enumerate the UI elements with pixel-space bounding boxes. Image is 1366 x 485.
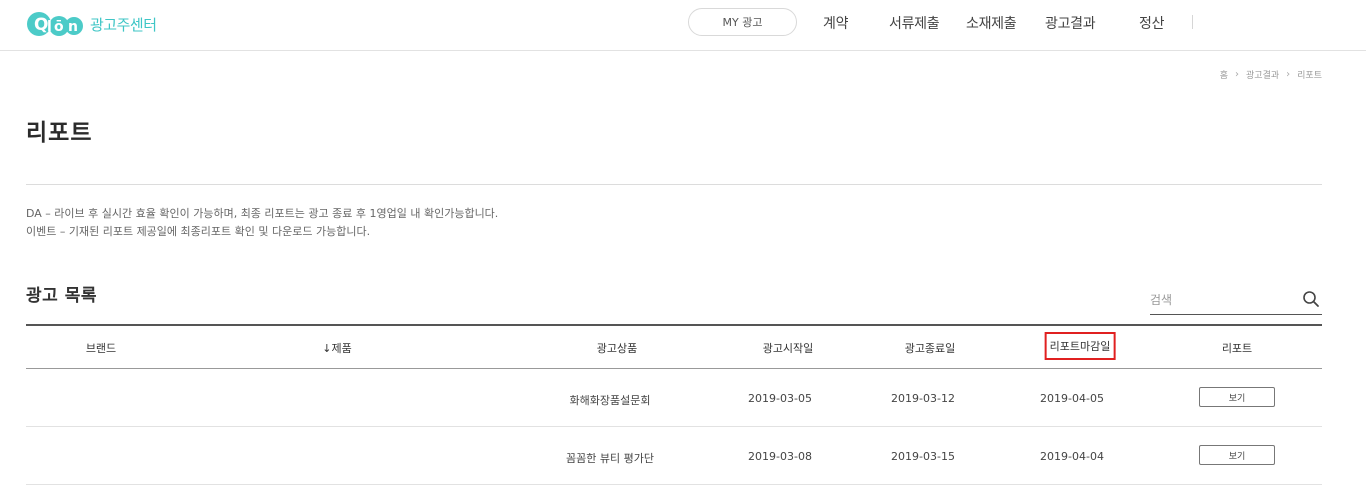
chevron-right-icon: › [1286, 69, 1291, 80]
column-header-ad-product[interactable]: 광고상품 [597, 340, 637, 356]
table-row: 꼼꼼한 뷰티 평가단 2019-03-08 2019-03-15 2019-04… [26, 427, 1322, 485]
nav-item-materials[interactable]: 소재제출 [966, 13, 1017, 33]
logo[interactable]: Q l ō n 광고주센터 [26, 7, 157, 41]
search-icon[interactable] [1302, 290, 1320, 308]
logo-text: 광고주센터 [90, 15, 157, 34]
table-header: 브랜드 ↓제품 광고상품 광고시작일 광고종료일 리포트마감일 리포트 [26, 324, 1322, 369]
my-ad-button[interactable]: MY 광고 [688, 8, 797, 36]
column-header-report-deadline[interactable]: 리포트마감일 [1044, 332, 1116, 360]
divider [26, 184, 1322, 185]
breadcrumb-home[interactable]: 홈 [1220, 68, 1228, 81]
cell-end-date: 2019-03-15 [891, 450, 955, 463]
column-header-start-date[interactable]: 광고시작일 [763, 340, 814, 356]
cell-end-date: 2019-03-12 [891, 392, 955, 405]
svg-text:ō: ō [54, 19, 64, 35]
notice-line-da: DA – 라이브 후 실시간 효율 확인이 가능하며, 최종 리포트는 광고 종… [26, 207, 499, 220]
nav-item-ad-results[interactable]: 광고결과 [1045, 13, 1096, 33]
notice-line-event: 이벤트 – 기재된 리포트 제공일에 최종리포트 확인 및 다운로드 가능합니다… [26, 225, 371, 238]
section-title: 광고 목록 [26, 286, 97, 306]
cell-ad-product: 꼼꼼한 뷰티 평가단 [566, 452, 654, 465]
view-report-button[interactable]: 보기 [1199, 445, 1275, 465]
logo-mark-icon: Q l ō n [27, 12, 83, 36]
page-title: 리포트 [26, 120, 93, 146]
column-header-report[interactable]: 리포트 [1222, 340, 1252, 356]
cell-start-date: 2019-03-08 [748, 450, 812, 463]
cell-start-date: 2019-03-05 [748, 392, 812, 405]
view-report-button[interactable]: 보기 [1199, 387, 1275, 407]
nav-item-contract[interactable]: 계약 [823, 13, 848, 33]
cell-report-deadline: 2019-04-05 [1040, 392, 1104, 405]
notice-text: DA – 라이브 후 실시간 효율 확인이 가능하며, 최종 리포트는 광고 종… [26, 205, 498, 241]
breadcrumb-report: 리포트 [1297, 71, 1322, 81]
column-header-product[interactable]: ↓제품 [322, 340, 351, 356]
cell-ad-product: 화해화장품설문회 [569, 394, 651, 407]
table-row: 화해화장품설문회 2019-03-05 2019-03-12 2019-04-0… [26, 369, 1322, 427]
search-input[interactable] [1150, 290, 1295, 310]
column-header-end-date[interactable]: 광고종료일 [905, 340, 956, 356]
cell-report-deadline: 2019-04-04 [1040, 450, 1104, 463]
top-header: Q l ō n 광고주센터 MY 광고 계약 서류제출 소재제출 광고결과 정산 [0, 0, 1366, 51]
column-header-brand[interactable]: 브랜드 [86, 340, 116, 356]
breadcrumb: 홈 › 광고결과 › 리포트 [1220, 68, 1322, 81]
nav-divider [1192, 15, 1193, 29]
chevron-right-icon: › [1235, 69, 1240, 80]
svg-text:l: l [47, 19, 52, 35]
svg-text:n: n [68, 19, 78, 35]
search-box [1150, 286, 1322, 315]
ad-list-table: 브랜드 ↓제품 광고상품 광고시작일 광고종료일 리포트마감일 리포트 화해화장… [26, 324, 1322, 485]
breadcrumb-ad-results[interactable]: 광고결과 [1246, 68, 1279, 81]
nav-item-documents[interactable]: 서류제출 [889, 13, 940, 33]
nav-item-settlement[interactable]: 정산 [1139, 13, 1164, 33]
